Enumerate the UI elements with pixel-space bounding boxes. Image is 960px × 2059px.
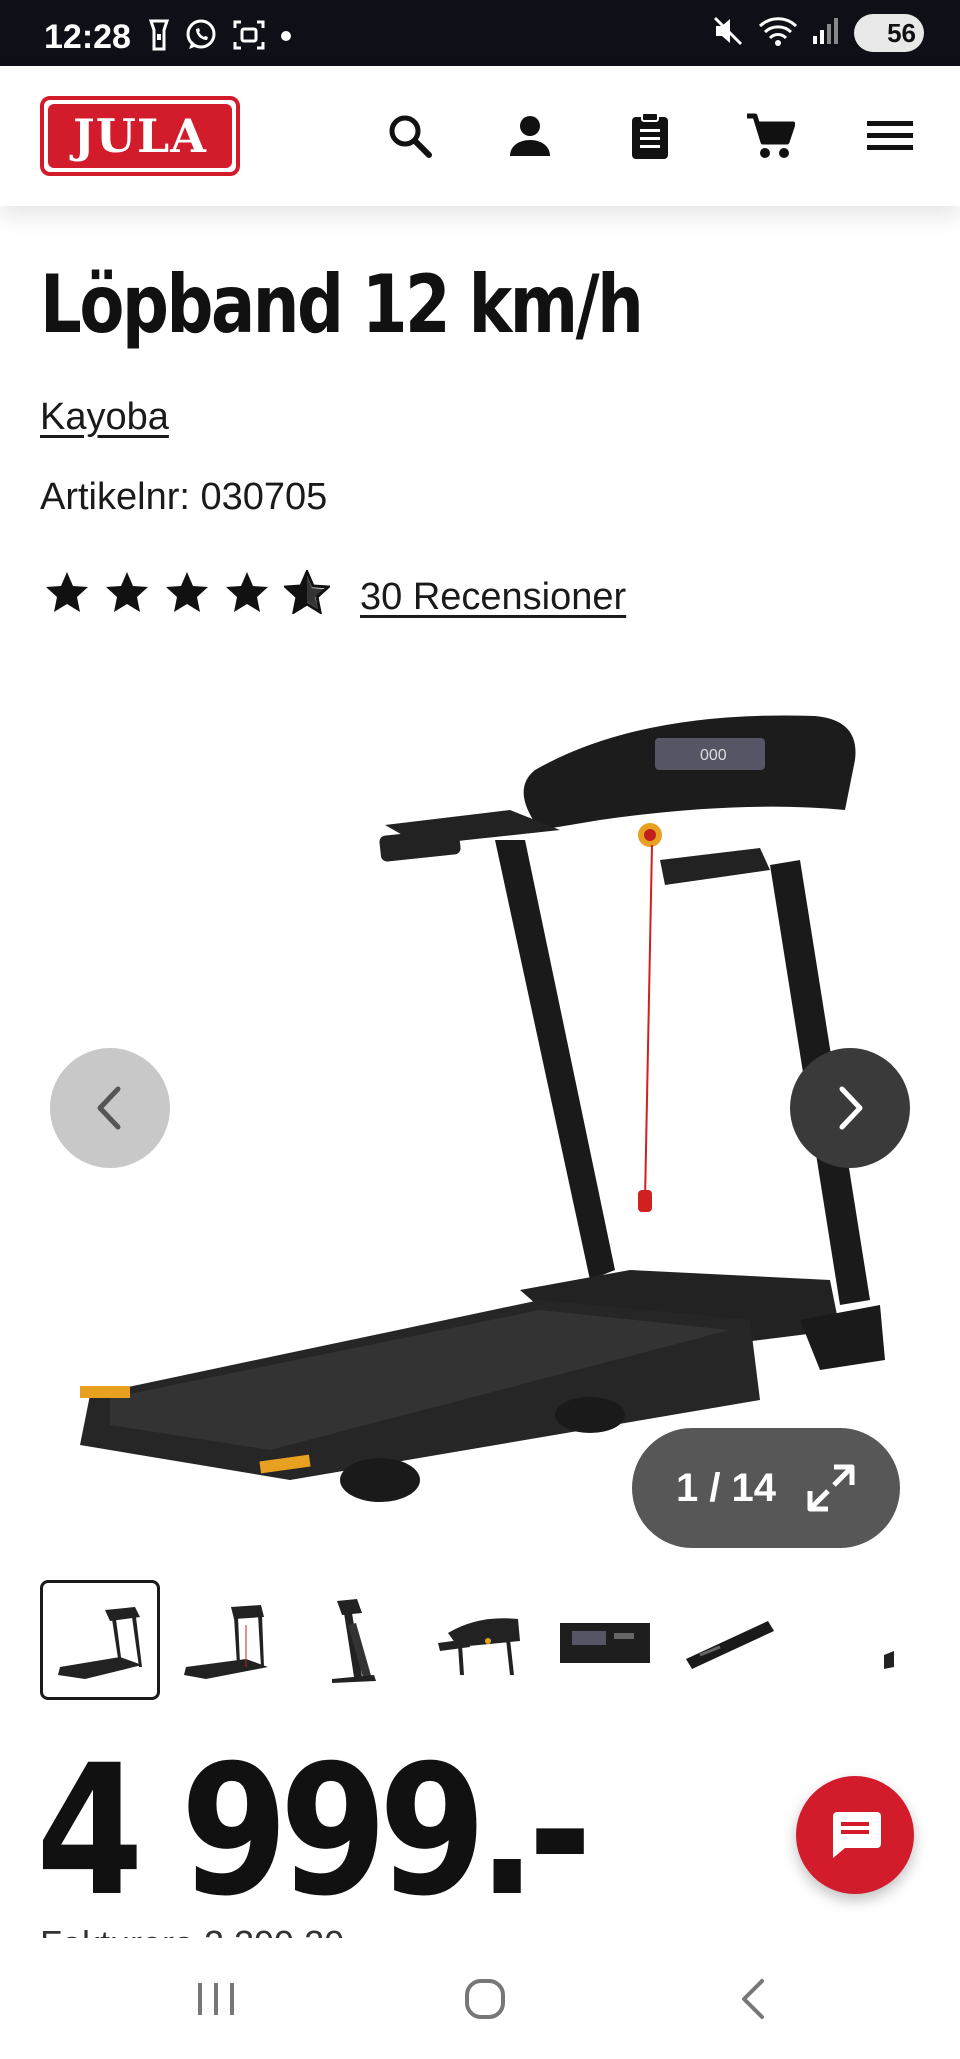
thumbnail-7[interactable] — [796, 1580, 916, 1700]
article-number: Artikelnr: 030705 — [40, 476, 328, 518]
account-icon[interactable] — [500, 106, 560, 166]
recent-apps-icon — [198, 1983, 234, 2015]
status-left-icons — [148, 18, 292, 57]
partial-payment-text: Fakturera 2 399,20 — [40, 1926, 344, 1938]
home-button[interactable] — [455, 1974, 515, 2024]
mute-icon — [712, 15, 744, 52]
status-right-icons: 56 — [712, 14, 924, 52]
chevron-right-icon — [839, 1086, 863, 1130]
status-time: 12:28 — [44, 18, 131, 56]
svg-text:000: 000 — [700, 747, 727, 764]
search-icon[interactable] — [380, 106, 440, 166]
gallery-counter: 1 / 14 — [675, 1465, 777, 1510]
back-button[interactable] — [724, 1974, 784, 2024]
chevron-left-icon — [97, 1086, 121, 1130]
battery-level: 56 — [887, 17, 916, 48]
star-icon — [46, 572, 88, 612]
expand-icon — [807, 1464, 855, 1512]
star-icon — [226, 572, 268, 612]
gallery-counter-fullscreen-button[interactable]: 1 / 14 — [632, 1428, 900, 1548]
status-bar: 12:28 56 — [0, 0, 960, 66]
android-nav-bar — [0, 1938, 960, 2059]
star-icon — [106, 572, 148, 612]
signal-icon — [812, 16, 840, 51]
home-icon — [465, 1979, 505, 2019]
rating-stars — [44, 570, 330, 614]
thumbnail-6[interactable] — [670, 1580, 790, 1700]
flashlight-icon — [148, 19, 170, 56]
jula-logo[interactable]: JULA — [40, 96, 240, 176]
half-star-icon — [284, 570, 330, 614]
thumbnail-5[interactable] — [544, 1580, 664, 1700]
recent-apps-button[interactable] — [186, 1974, 246, 2024]
thumbnail-4[interactable] — [418, 1580, 538, 1700]
reviews-link[interactable]: 30 Recensioner — [360, 576, 626, 619]
dot-icon — [280, 29, 292, 47]
brand-link[interactable]: Kayoba — [40, 396, 169, 439]
thumbnail-1[interactable] — [40, 1580, 160, 1700]
chat-icon — [833, 1812, 881, 1858]
product-price: 4 999.- — [36, 1727, 592, 1936]
star-icon — [166, 572, 208, 612]
logo-text: JULA — [48, 104, 232, 168]
back-icon — [742, 1979, 764, 2019]
thumbnail-strip — [40, 1580, 920, 1700]
wifi-icon — [758, 15, 798, 52]
gallery-next-button[interactable] — [790, 1048, 910, 1168]
screenshot-icon — [232, 18, 266, 57]
thumbnail-2[interactable] — [166, 1580, 286, 1700]
gallery-prev-button[interactable] — [50, 1048, 170, 1168]
clipboard-icon[interactable] — [620, 106, 680, 166]
battery-icon: 56 — [854, 14, 924, 52]
cart-icon[interactable] — [740, 106, 800, 166]
chat-button[interactable] — [796, 1776, 914, 1894]
menu-icon[interactable] — [860, 106, 920, 166]
whatsapp-icon — [184, 18, 218, 57]
site-header: JULA — [0, 66, 960, 206]
product-title: Löpband 12 km/h — [40, 258, 644, 351]
thumbnail-3[interactable] — [292, 1580, 412, 1700]
